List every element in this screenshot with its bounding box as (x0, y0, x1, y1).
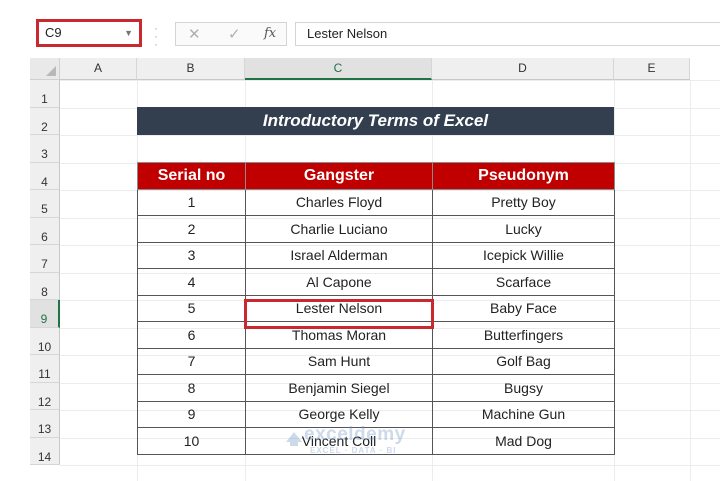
cell-pseudonym[interactable]: Mad Dog (432, 427, 615, 455)
formula-bar: C9 ▼ · · · ✕ ✓ fx Lester Nelson (0, 0, 720, 52)
cell-pseudonym[interactable]: Pretty Boy (432, 188, 615, 216)
insert-function-icon[interactable]: fx (264, 26, 276, 41)
selected-cell-highlight[interactable] (244, 299, 434, 329)
cell-gangster[interactable]: Israel Alderman (245, 241, 433, 269)
gridline-horizontal (60, 465, 720, 466)
watermark-tagline: EXCEL · DATA · BI (310, 446, 397, 455)
gridline-horizontal (60, 80, 720, 81)
cell-serial-no[interactable]: 4 (137, 268, 246, 296)
watermark: exceldemy EXCEL · DATA · BI (282, 424, 406, 455)
row-header-8[interactable]: 8 (30, 272, 60, 300)
formula-input[interactable]: Lester Nelson (295, 22, 720, 46)
cancel-icon[interactable]: ✕ (188, 25, 201, 43)
cell-gangster[interactable]: Benjamin Siegel (245, 374, 433, 402)
cell-gangster[interactable]: Al Capone (245, 268, 433, 296)
select-all-corner[interactable] (30, 58, 60, 80)
column-header-c[interactable]: C (245, 58, 432, 80)
table-row: 7 Sam Hunt Golf Bag (137, 347, 615, 375)
gridline-vertical (690, 80, 691, 481)
row-header-9[interactable]: 9 (30, 300, 60, 328)
header-serial-no[interactable]: Serial no (137, 162, 246, 190)
name-box-value: C9 (45, 25, 62, 40)
cell-serial-no[interactable]: 3 (137, 241, 246, 269)
table-row: 1 Charles Floyd Pretty Boy (137, 188, 615, 216)
column-header-a[interactable]: A (60, 58, 137, 80)
cell-serial-no[interactable]: 6 (137, 321, 246, 349)
column-header-d[interactable]: D (432, 58, 614, 80)
gridline-horizontal (60, 135, 720, 136)
row-header-1[interactable]: 1 (30, 80, 60, 108)
table-row: 3 Israel Alderman Icepick Willie (137, 241, 615, 269)
formula-buttons: ✕ ✓ fx (175, 22, 287, 46)
cell-pseudonym[interactable]: Lucky (432, 215, 615, 243)
table-row: 2 Charlie Luciano Lucky (137, 215, 615, 243)
cell-pseudonym[interactable]: Butterfingers (432, 321, 615, 349)
cell-serial-no[interactable]: 5 (137, 294, 246, 322)
watermark-brand: exceldemy (304, 424, 406, 445)
header-gangster[interactable]: Gangster (245, 162, 433, 190)
column-header-b[interactable]: B (137, 58, 245, 80)
cell-serial-no[interactable]: 10 (137, 427, 246, 455)
row-header-7[interactable]: 7 (30, 245, 60, 273)
row-header-12[interactable]: 12 (30, 382, 60, 410)
table-row: 4 Al Capone Scarface (137, 268, 615, 296)
row-header-3[interactable]: 3 (30, 135, 60, 163)
row-header-13[interactable]: 13 (30, 410, 60, 438)
cell-serial-no[interactable]: 9 (137, 400, 246, 428)
row-header-10[interactable]: 10 (30, 327, 60, 355)
cell-pseudonym[interactable]: Bugsy (432, 374, 615, 402)
row-header-14[interactable]: 14 (30, 437, 60, 465)
cell-serial-no[interactable]: 7 (137, 347, 246, 375)
cell-pseudonym[interactable]: Scarface (432, 268, 615, 296)
cell-pseudonym[interactable]: Golf Bag (432, 347, 615, 375)
cell-pseudonym[interactable]: Icepick Willie (432, 241, 615, 269)
drag-handle-icon[interactable]: · · · (154, 22, 158, 50)
header-pseudonym[interactable]: Pseudonym (432, 162, 615, 190)
row-header-6[interactable]: 6 (30, 217, 60, 245)
row-header-2[interactable]: 2 (30, 107, 60, 135)
cell-gangster[interactable]: Charlie Luciano (245, 215, 433, 243)
row-header-4[interactable]: 4 (30, 162, 60, 190)
cell-pseudonym[interactable]: Baby Face (432, 294, 615, 322)
enter-icon[interactable]: ✓ (228, 25, 241, 43)
cell-pseudonym[interactable]: Machine Gun (432, 400, 615, 428)
chevron-down-icon[interactable]: ▼ (124, 22, 133, 44)
cell-serial-no[interactable]: 8 (137, 374, 246, 402)
row-header-11[interactable]: 11 (30, 355, 60, 383)
cell-serial-no[interactable]: 1 (137, 188, 246, 216)
name-box[interactable]: C9 ▼ (36, 19, 142, 47)
row-header-5[interactable]: 5 (30, 190, 60, 218)
table-header-row: Serial no Gangster Pseudonym (137, 162, 615, 190)
cell-serial-no[interactable]: 2 (137, 215, 246, 243)
table-row: 8 Benjamin Siegel Bugsy (137, 374, 615, 402)
sheet-title[interactable]: Introductory Terms of Excel (137, 107, 614, 135)
cell-gangster[interactable]: Charles Floyd (245, 188, 433, 216)
column-header-e[interactable]: E (614, 58, 690, 80)
cell-gangster[interactable]: Sam Hunt (245, 347, 433, 375)
